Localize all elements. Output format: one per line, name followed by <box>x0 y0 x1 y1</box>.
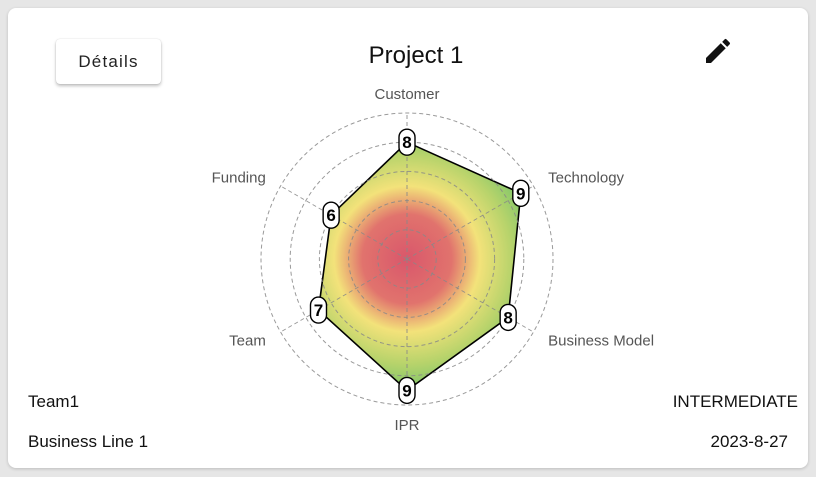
axis-label: Technology <box>548 170 624 187</box>
business-line: Business Line 1 <box>28 432 149 451</box>
axis-label: Funding <box>212 170 266 187</box>
project-date: 2023-8-27 <box>710 432 788 451</box>
team-name: Team1 <box>28 392 80 411</box>
data-point-badge: 9 <box>512 179 530 208</box>
data-point-label: 9 <box>516 184 525 203</box>
data-point-label: 6 <box>326 206 335 225</box>
data-point-badge: 9 <box>398 376 416 405</box>
data-point-label: 8 <box>503 308 512 327</box>
maturity-level: INTERMEDIATE <box>672 392 798 411</box>
data-point-label: 8 <box>402 133 411 152</box>
data-point-label: 7 <box>314 301 323 320</box>
axis-label: IPR <box>394 417 419 434</box>
axis-label: Customer <box>374 86 439 103</box>
data-point-badge: 6 <box>322 201 340 229</box>
data-point-badge: 7 <box>309 296 328 324</box>
data-point-label: 9 <box>402 381 411 400</box>
data-point-badge: 8 <box>398 128 416 156</box>
axis-label: Business Model <box>548 333 654 350</box>
data-point-badge: 8 <box>499 303 517 332</box>
axis-label: Team <box>229 333 266 350</box>
